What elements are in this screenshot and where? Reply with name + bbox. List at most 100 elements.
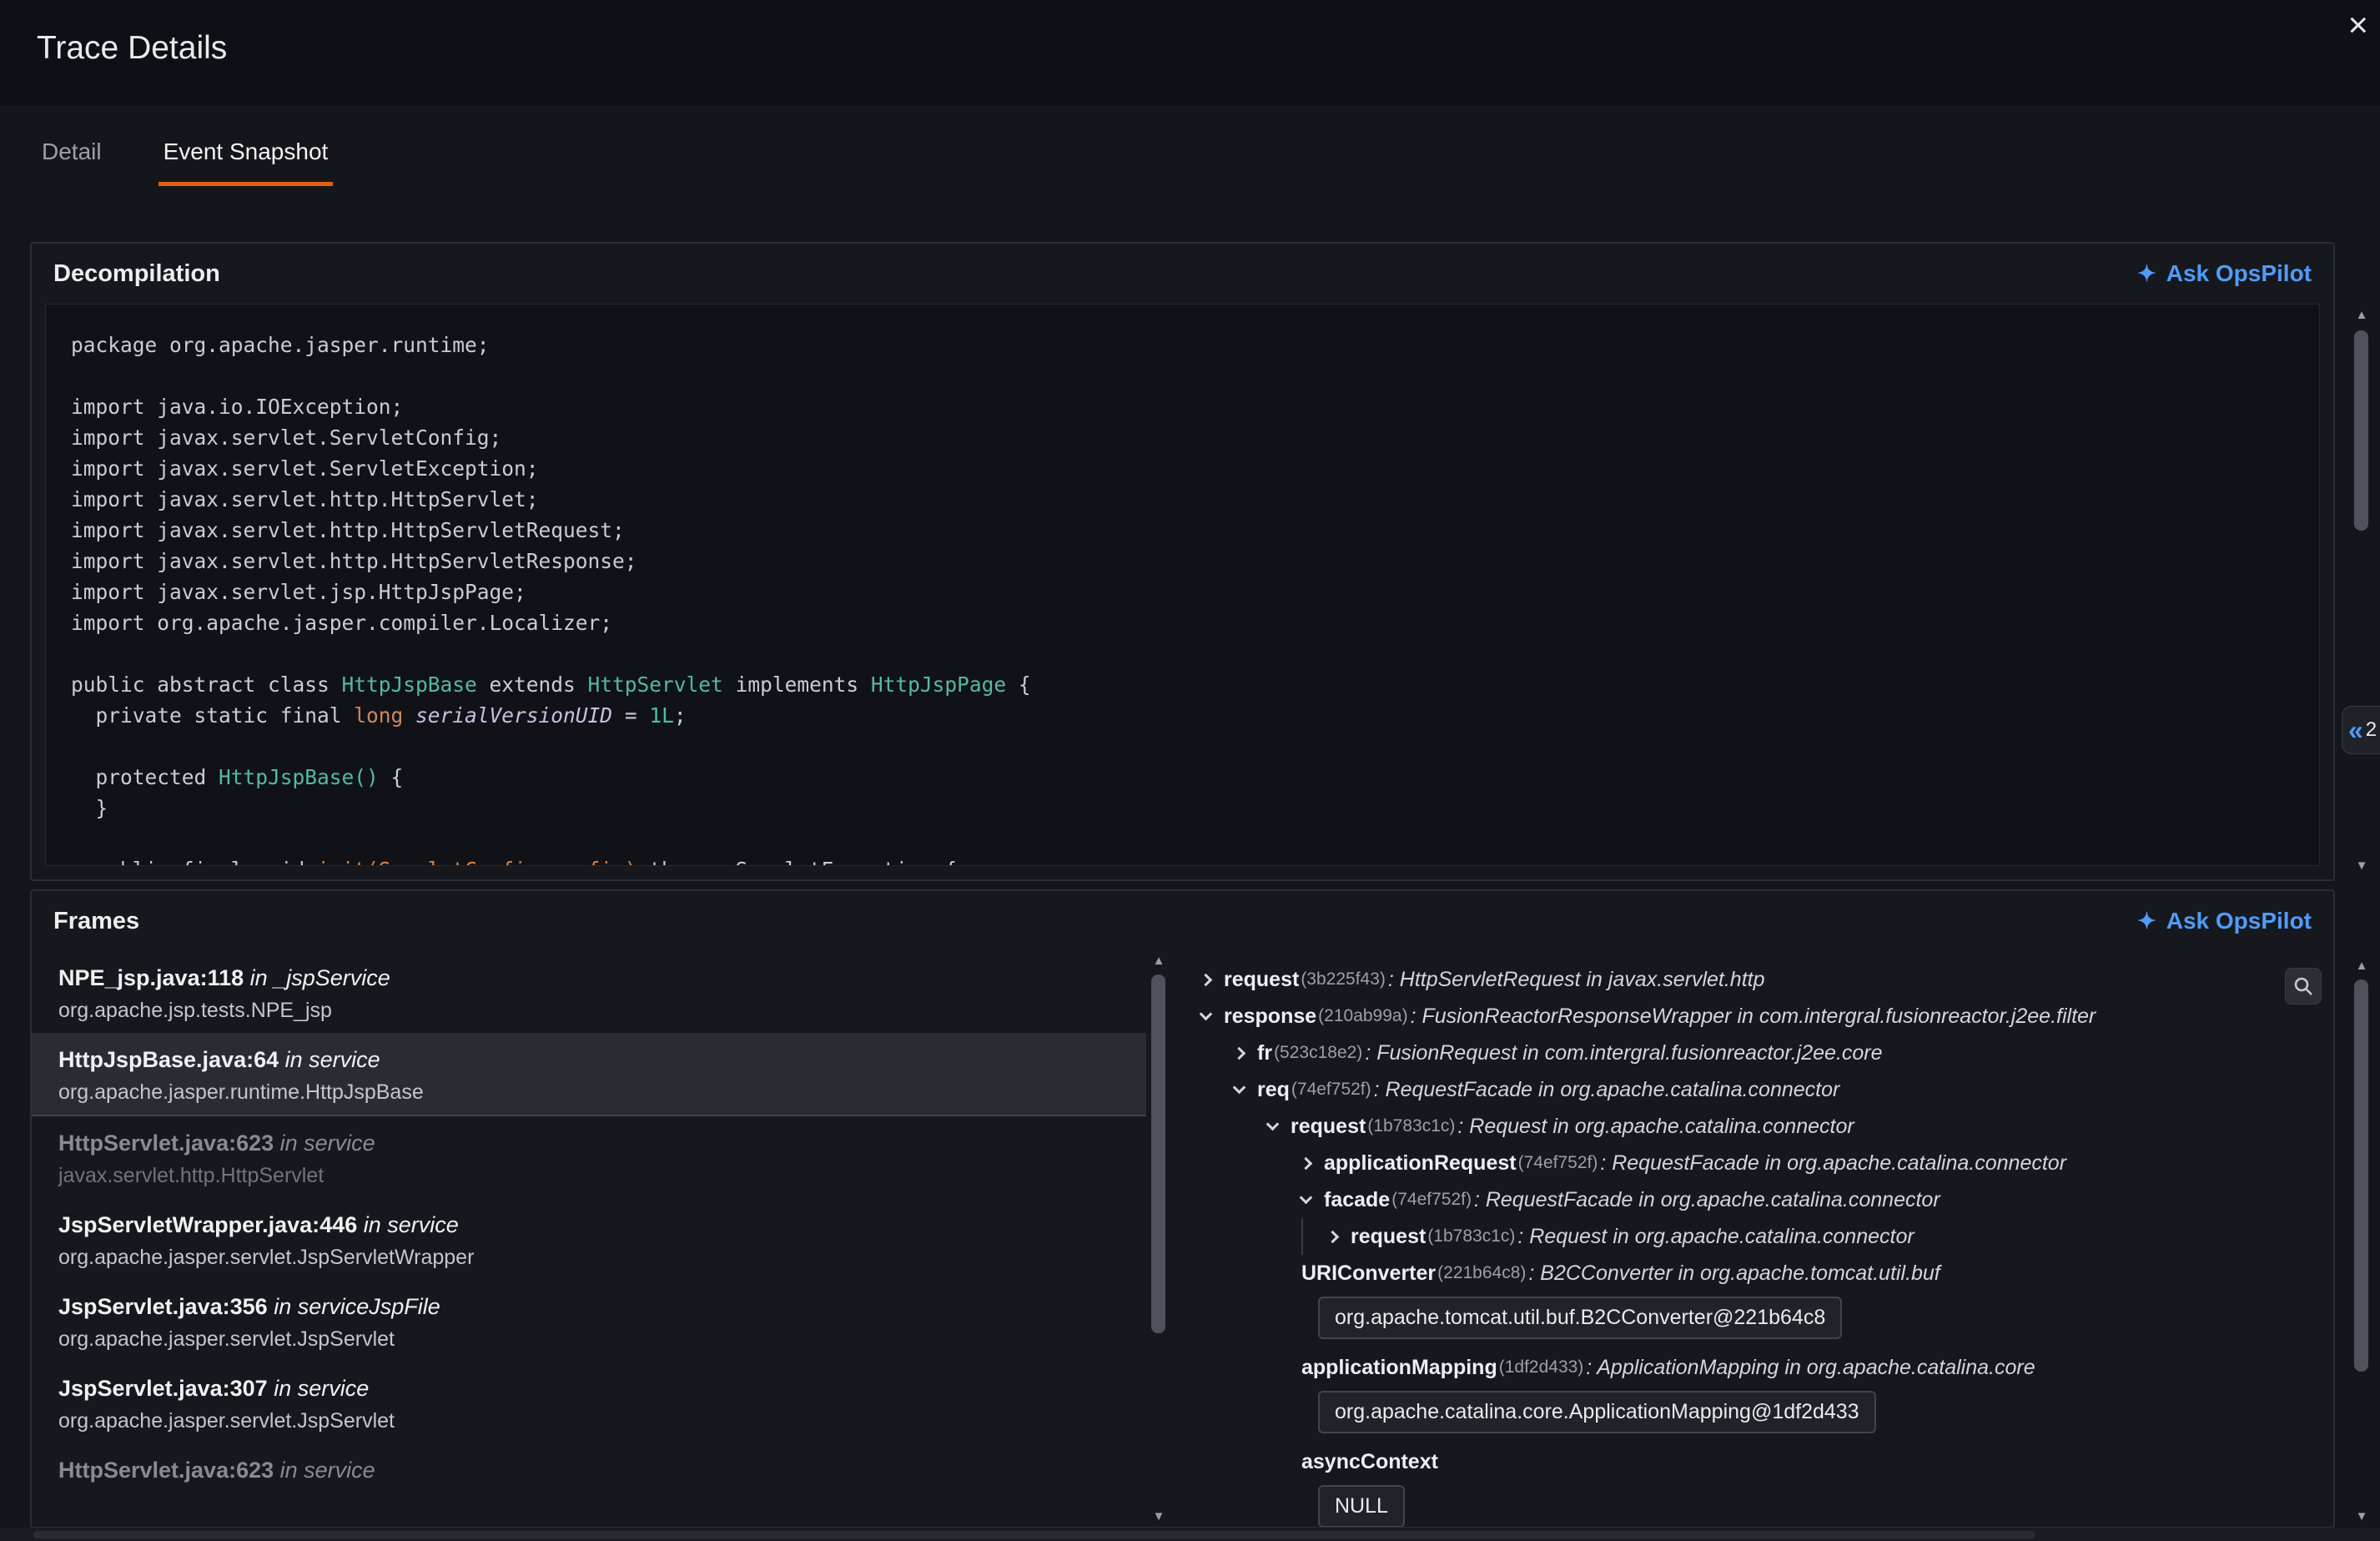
variable-type-description: : FusionReactorResponseWrapper in com.in… bbox=[1411, 1005, 2096, 1029]
frame-row[interactable]: JspServletWrapper.java:446 in serviceorg… bbox=[32, 1198, 1146, 1280]
scrollbar-thumb[interactable] bbox=[33, 1531, 2035, 1538]
search-button[interactable] bbox=[2285, 968, 2322, 1005]
frame-row[interactable]: JspServlet.java:307 in serviceorg.apache… bbox=[32, 1362, 1146, 1443]
frame-row[interactable]: HttpJspBase.java:64 in serviceorg.apache… bbox=[32, 1033, 1146, 1116]
tab-detail[interactable]: Detail bbox=[37, 132, 107, 186]
variable-name: req bbox=[1257, 1078, 1290, 1102]
frame-file: JspServlet.java:307 bbox=[58, 1376, 268, 1401]
variable-value: org.apache.tomcat.util.buf.B2CConverter@… bbox=[1318, 1297, 1842, 1339]
variable-name: applicationRequest bbox=[1324, 1151, 1517, 1176]
frame-method: in service bbox=[274, 1131, 375, 1156]
variable-id: (221b64c8) bbox=[1437, 1263, 1526, 1283]
variable-name: response bbox=[1224, 1005, 1316, 1029]
variable-name: applicationMapping bbox=[1301, 1356, 1497, 1380]
frame-location: HttpServlet.java:623 in service bbox=[58, 1457, 1126, 1483]
frame-location: HttpJspBase.java:64 in service bbox=[58, 1046, 1126, 1073]
code-line: } bbox=[71, 793, 2319, 823]
variable-row[interactable]: applicationRequest(74ef752f): RequestFac… bbox=[1171, 1145, 2333, 1181]
close-icon[interactable]: × bbox=[2347, 0, 2368, 50]
variable-value-row: NULL bbox=[1171, 1485, 2333, 1527]
scroll-up-icon[interactable]: ▲ bbox=[1148, 951, 1170, 971]
chevron-right-icon[interactable] bbox=[1300, 1156, 1313, 1170]
modal-header: Trace Details × bbox=[0, 0, 2380, 105]
frames-list: NPE_jsp.java:118 in _jspServiceorg.apach… bbox=[32, 951, 1146, 1527]
scroll-down-icon[interactable]: ▼ bbox=[2351, 856, 2372, 876]
variable-row: applicationMapping(1df2d433): Applicatio… bbox=[1171, 1349, 2333, 1386]
variable-type-description: : ApplicationMapping in org.apache.catal… bbox=[1586, 1356, 2035, 1380]
scrollbar-thumb[interactable] bbox=[2354, 330, 2368, 531]
variable-name: request bbox=[1291, 1115, 1366, 1139]
variable-row[interactable]: response(210ab99a): FusionReactorRespons… bbox=[1171, 998, 2333, 1035]
variables-scrollbar[interactable]: ▲ ▼ bbox=[2351, 956, 2372, 1527]
variable-name: fr bbox=[1257, 1041, 1272, 1065]
frame-package: javax.servlet.http.HttpServlet bbox=[58, 1163, 1126, 1188]
page-title: Trace Details bbox=[37, 30, 227, 67]
code-line: private static final long serialVersionU… bbox=[71, 700, 2319, 731]
horizontal-scrollbar[interactable] bbox=[0, 1528, 2380, 1541]
frame-location: JspServletWrapper.java:446 in service bbox=[58, 1211, 1126, 1238]
variables-rows: request(3b225f43): HttpServletRequest in… bbox=[1171, 961, 2333, 1527]
code-line: public abstract class HttpJspBase extend… bbox=[71, 669, 2319, 700]
code-block: package org.apache.jasper.runtime; impor… bbox=[46, 305, 2319, 866]
scroll-down-icon[interactable]: ▼ bbox=[1148, 1507, 1170, 1527]
sparkles-icon: ✦ bbox=[2137, 909, 2156, 934]
code-line: import javax.servlet.http.HttpServletRes… bbox=[71, 546, 2319, 577]
chevron-down-icon[interactable] bbox=[1233, 1081, 1246, 1095]
frame-package: org.apache.jsp.tests.NPE_jsp bbox=[58, 998, 1126, 1023]
frame-row[interactable]: NPE_jsp.java:118 in _jspServiceorg.apach… bbox=[32, 951, 1146, 1033]
collapse-panel-button[interactable]: « 2 bbox=[2342, 706, 2380, 754]
variable-row[interactable]: request(3b225f43): HttpServletRequest in… bbox=[1171, 961, 2333, 998]
ask-opspilot-button[interactable]: ✦ Ask OpsPilot bbox=[2137, 908, 2312, 934]
tree-guide-line bbox=[1301, 1218, 1303, 1255]
variable-id: (3b225f43) bbox=[1301, 969, 1386, 990]
variable-id: (1df2d433) bbox=[1499, 1357, 1584, 1377]
variable-row: URIConverter(221b64c8): B2CConverter in … bbox=[1171, 1255, 2333, 1292]
variable-row[interactable]: facade(74ef752f): RequestFacade in org.a… bbox=[1171, 1181, 2333, 1218]
scrollbar-thumb[interactable] bbox=[1151, 974, 1165, 1333]
tab-bar: Detail Event Snapshot bbox=[37, 132, 333, 186]
chevron-down-icon[interactable] bbox=[1200, 1008, 1213, 1021]
variable-row[interactable]: req(74ef752f): RequestFacade in org.apac… bbox=[1171, 1071, 2333, 1108]
frames-panel: Frames ✦ Ask OpsPilot NPE_jsp.java:118 i… bbox=[30, 889, 2335, 1528]
variable-id: (74ef752f) bbox=[1518, 1153, 1598, 1173]
frames-scrollbar[interactable]: ▲ ▼ bbox=[1146, 951, 1171, 1527]
code-line: import javax.servlet.ServletConfig; bbox=[71, 422, 2319, 453]
chevron-down-icon[interactable] bbox=[1266, 1118, 1280, 1131]
chevron-right-icon[interactable] bbox=[1200, 973, 1213, 986]
variable-row[interactable]: request(1b783c1c): Request in org.apache… bbox=[1171, 1218, 2333, 1255]
code-line: package org.apache.jasper.runtime; bbox=[71, 330, 2319, 360]
frame-row[interactable]: HttpServlet.java:623 in servicejavax.ser… bbox=[32, 1116, 1146, 1198]
frame-method: in service bbox=[274, 1458, 375, 1483]
variable-type-description: : RequestFacade in org.apache.catalina.c… bbox=[1474, 1188, 1940, 1212]
scroll-up-icon[interactable]: ▲ bbox=[2351, 305, 2372, 325]
variable-name: request bbox=[1224, 968, 1299, 992]
chevron-right-icon[interactable] bbox=[1233, 1046, 1246, 1060]
variable-type-description: : RequestFacade in org.apache.catalina.c… bbox=[1600, 1151, 2066, 1176]
variable-value: NULL bbox=[1318, 1485, 1405, 1527]
variable-value-row: org.apache.tomcat.util.buf.B2CConverter@… bbox=[1171, 1297, 2333, 1339]
variable-name: asyncContext bbox=[1301, 1450, 1438, 1474]
decompilation-title: Decompilation bbox=[53, 260, 220, 288]
scroll-down-icon[interactable]: ▼ bbox=[2351, 1507, 2372, 1527]
variable-type-description: : B2CConverter in org.apache.tomcat.util… bbox=[1528, 1262, 1940, 1286]
code-line: import org.apache.jasper.compiler.Locali… bbox=[71, 607, 2319, 638]
code-line: import javax.servlet.jsp.HttpJspPage; bbox=[71, 577, 2319, 607]
variable-row[interactable]: request(1b783c1c): Request in org.apache… bbox=[1171, 1108, 2333, 1145]
variable-row[interactable]: fr(523c18e2): FusionRequest in com.inter… bbox=[1171, 1035, 2333, 1071]
tab-event-snapshot[interactable]: Event Snapshot bbox=[158, 132, 334, 186]
sparkles-icon: ✦ bbox=[2137, 261, 2156, 287]
code-line bbox=[71, 731, 2319, 762]
frame-method: in service bbox=[357, 1212, 459, 1237]
frame-row[interactable]: JspServlet.java:356 in serviceJspFileorg… bbox=[32, 1280, 1146, 1362]
chevron-down-icon[interactable] bbox=[1300, 1191, 1313, 1205]
variable-type-description: : RequestFacade in org.apache.catalina.c… bbox=[1374, 1078, 1840, 1102]
frames-title: Frames bbox=[53, 908, 139, 935]
code-viewer[interactable]: package org.apache.jasper.runtime; impor… bbox=[45, 304, 2320, 866]
frame-row[interactable]: HttpServlet.java:623 in service bbox=[32, 1443, 1146, 1493]
ask-opspilot-button[interactable]: ✦ Ask OpsPilot bbox=[2137, 260, 2312, 287]
chevron-right-icon[interactable] bbox=[1326, 1230, 1340, 1243]
code-scrollbar[interactable]: ▲ ▼ bbox=[2351, 305, 2372, 876]
scroll-up-icon[interactable]: ▲ bbox=[2351, 956, 2372, 976]
variable-id: (1b783c1c) bbox=[1367, 1116, 1455, 1136]
scrollbar-thumb[interactable] bbox=[2354, 979, 2368, 1372]
